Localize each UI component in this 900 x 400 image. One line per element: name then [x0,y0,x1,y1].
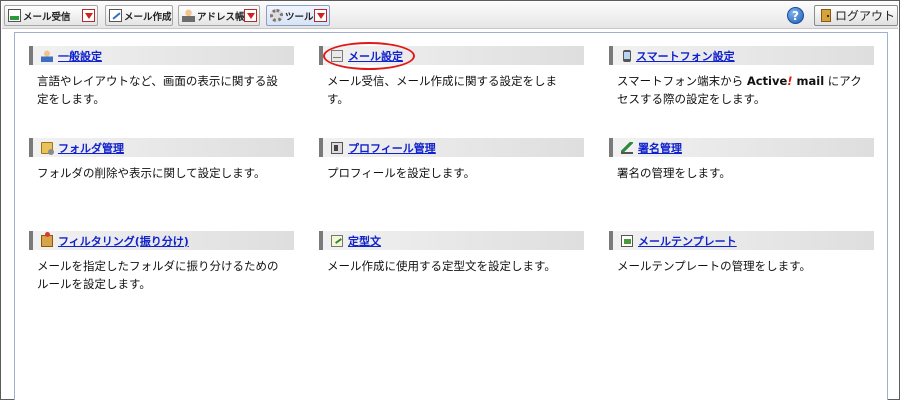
tools-menu-button[interactable]: ツール [266,5,330,26]
folder-management-link[interactable]: フォルダ管理 [58,140,124,156]
tool-header: メールテンプレート [609,231,874,250]
tool-header: プロフィール管理 [319,138,584,157]
tool-signature-management: 署名管理 署名の管理をします。 [609,138,874,182]
address-book-dropdown-icon[interactable] [244,9,257,22]
tool-description: フォルダの削除や表示に関して設定します。 [37,166,266,180]
logout-label: ログアウト [835,9,896,23]
compose-button[interactable]: メール作成 [105,5,173,26]
tool-header: スマートフォン設定 [609,46,874,65]
signature-management-link[interactable]: 署名管理 [638,140,682,156]
tool-header: フィルタリング(振り分け) [29,231,294,250]
tool-header: 定型文 [319,231,584,250]
inbox-menu-label: メール受信 [23,11,71,23]
tool-description: 言語やレイアウトなど、画面の表示に関する設定をします。 [37,74,278,106]
tools-dropdown-icon[interactable] [314,9,327,22]
tool-mail-template: メールテンプレート メールテンプレートの管理をします。 [609,231,874,275]
tool-general-settings: 一般設定 言語やレイアウトなど、画面の表示に関する設定をします。 [29,46,294,108]
gear-icon [270,9,283,22]
tools-label: ツール [285,11,314,23]
tool-smartphone-settings: スマートフォン設定 スマートフォン端末から Active! mail にアクセス… [609,46,874,108]
compose-label: メール作成 [124,11,172,23]
inbox-icon [8,9,21,22]
mail-settings-link[interactable]: メール設定 [348,48,403,64]
tool-description: スマートフォン端末から Active! mail にアクセスする際の設定をします… [609,72,867,108]
profile-icon [331,141,343,154]
address-book-icon [182,9,195,22]
tool-mail-settings: メール設定 メール受信、メール作成に関する設定をします。 [319,46,584,108]
tool-header: メール設定 [319,46,584,65]
tool-description: メール受信、メール作成に関する設定をします。 [327,74,557,106]
folder-icon [41,141,54,155]
smartphone-icon [623,49,631,62]
mail-template-icon [621,234,633,247]
tool-description: メールを指定したフォルダに振り分けるためのルールを設定します。 [37,259,279,291]
general-settings-link[interactable]: 一般設定 [58,48,102,64]
address-book-label: アドレス帳 [197,11,245,23]
tool-header: フォルダ管理 [29,138,294,157]
smartphone-settings-link[interactable]: スマートフォン設定 [636,48,735,64]
inbox-dropdown-icon[interactable] [82,9,95,22]
tool-fixed-phrases: 定型文 メール作成に使用する定型文を設定します。 [319,231,584,275]
user-settings-icon [41,49,53,62]
logout-door-icon [821,9,831,22]
compose-icon [109,9,122,22]
tool-header: 署名管理 [609,138,874,157]
profile-management-link[interactable]: プロフィール管理 [348,140,436,156]
mail-template-link[interactable]: メールテンプレート [638,233,737,249]
tool-profile-management: プロフィール管理 プロフィールを設定します。 [319,138,584,182]
tool-description: プロフィールを設定します。 [327,166,476,180]
brand-mail: mail [792,74,825,88]
signature-icon [621,141,633,154]
address-book-menu-button[interactable]: アドレス帳 [178,5,260,26]
filter-icon [41,231,53,247]
tool-description: メールテンプレートの管理をします。 [617,259,812,273]
help-icon[interactable]: ? [787,7,804,24]
desc-prefix: スマートフォン端末から [617,74,747,88]
tools-panel: 一般設定 言語やレイアウトなど、画面の表示に関する設定をします。 メール設定 メ… [14,32,888,400]
tool-filtering: フィルタリング(振り分け) メールを指定したフォルダに振り分けるためのルールを設… [29,231,294,293]
fixed-phrases-link[interactable]: 定型文 [348,233,381,249]
toolbar: メール受信 メール作成 アドレス帳 ツール ? ログアウト [2,2,898,29]
window-frame: メール受信 メール作成 アドレス帳 ツール ? ログアウト 一般設定 言語やレイ… [0,0,900,400]
tool-description: 署名の管理をします。 [617,166,731,180]
brand-active: Active [746,74,788,88]
mail-settings-icon [331,49,343,62]
tool-header: 一般設定 [29,46,294,65]
logout-button[interactable]: ログアウト [814,5,898,26]
template-icon [331,234,343,247]
filtering-link[interactable]: フィルタリング(振り分け) [58,233,189,249]
tool-folder-management: フォルダ管理 フォルダの削除や表示に関して設定します。 [29,138,294,182]
inbox-menu-button[interactable]: メール受信 [4,5,98,26]
tool-description: メール作成に使用する定型文を設定します。 [327,259,556,273]
